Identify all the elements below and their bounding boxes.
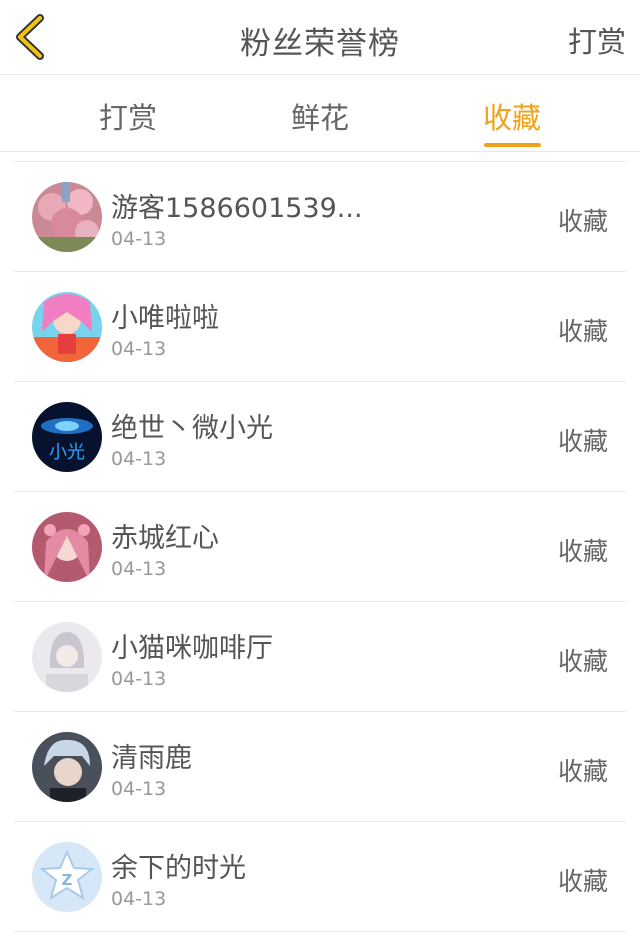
- date: 04-13: [111, 228, 167, 250]
- list-item[interactable]: 小唯啦啦 04-13 收藏: [14, 272, 626, 382]
- tab-favorites[interactable]: 收藏: [452, 95, 572, 152]
- date: 04-13: [111, 888, 167, 910]
- date: 04-13: [111, 448, 167, 470]
- user-name: 清雨鹿: [111, 743, 192, 774]
- reward-button[interactable]: 打赏: [568, 19, 626, 61]
- page-title: 粉丝荣誉榜: [240, 26, 400, 62]
- action-label: 收藏: [557, 317, 608, 346]
- user-name: 赤城红心: [111, 523, 219, 554]
- avatar: Z: [32, 842, 102, 912]
- fan-list: 游客1586601539... 04-13 收藏 小唯啦啦 04-13 收藏 小…: [14, 161, 626, 932]
- action-label: 收藏: [557, 427, 608, 456]
- user-name: 小猫咪咖啡厅: [111, 633, 273, 664]
- list-item[interactable]: 清雨鹿 04-13 收藏: [14, 712, 626, 822]
- list-item[interactable]: 赤城红心 04-13 收藏: [14, 492, 626, 602]
- avatar: [32, 622, 102, 692]
- tab-flowers[interactable]: 鲜花: [260, 95, 380, 152]
- active-tab-indicator: [484, 143, 541, 147]
- user-name: 绝世丶微小光: [111, 413, 273, 444]
- date: 04-13: [111, 338, 167, 360]
- action-label: 收藏: [557, 867, 608, 896]
- avatar: 小光: [32, 402, 102, 472]
- avatar: [32, 732, 102, 802]
- avatar: [32, 182, 102, 252]
- list-item[interactable]: 小猫咪咖啡厅 04-13 收藏: [14, 602, 626, 712]
- tab-bar: 打赏 鲜花 收藏: [0, 75, 640, 152]
- user-name: 游客1586601539...: [111, 193, 363, 224]
- svg-text:小光: 小光: [49, 442, 85, 463]
- action-label: 收藏: [557, 537, 608, 566]
- tab-label: 鲜花: [290, 101, 349, 135]
- tab-reward[interactable]: 打赏: [68, 95, 188, 152]
- svg-text:Z: Z: [62, 871, 73, 889]
- list-item[interactable]: Z 余下的时光 04-13 收藏: [14, 822, 626, 932]
- user-name: 余下的时光: [111, 853, 246, 884]
- date: 04-13: [111, 778, 167, 800]
- tab-label: 收藏: [482, 101, 541, 135]
- date: 04-13: [111, 558, 167, 580]
- action-label: 收藏: [557, 647, 608, 676]
- action-label: 收藏: [557, 757, 608, 786]
- action-label: 收藏: [557, 207, 608, 236]
- list-item[interactable]: 游客1586601539... 04-13 收藏: [14, 162, 626, 272]
- tab-label: 打赏: [98, 101, 157, 135]
- avatar: [32, 512, 102, 582]
- top-bar: 粉丝荣誉榜 打赏: [0, 0, 640, 75]
- date: 04-13: [111, 668, 167, 690]
- list-item[interactable]: 小光 绝世丶微小光 04-13 收藏: [14, 382, 626, 492]
- user-name: 小唯啦啦: [111, 303, 219, 334]
- avatar: [32, 292, 102, 362]
